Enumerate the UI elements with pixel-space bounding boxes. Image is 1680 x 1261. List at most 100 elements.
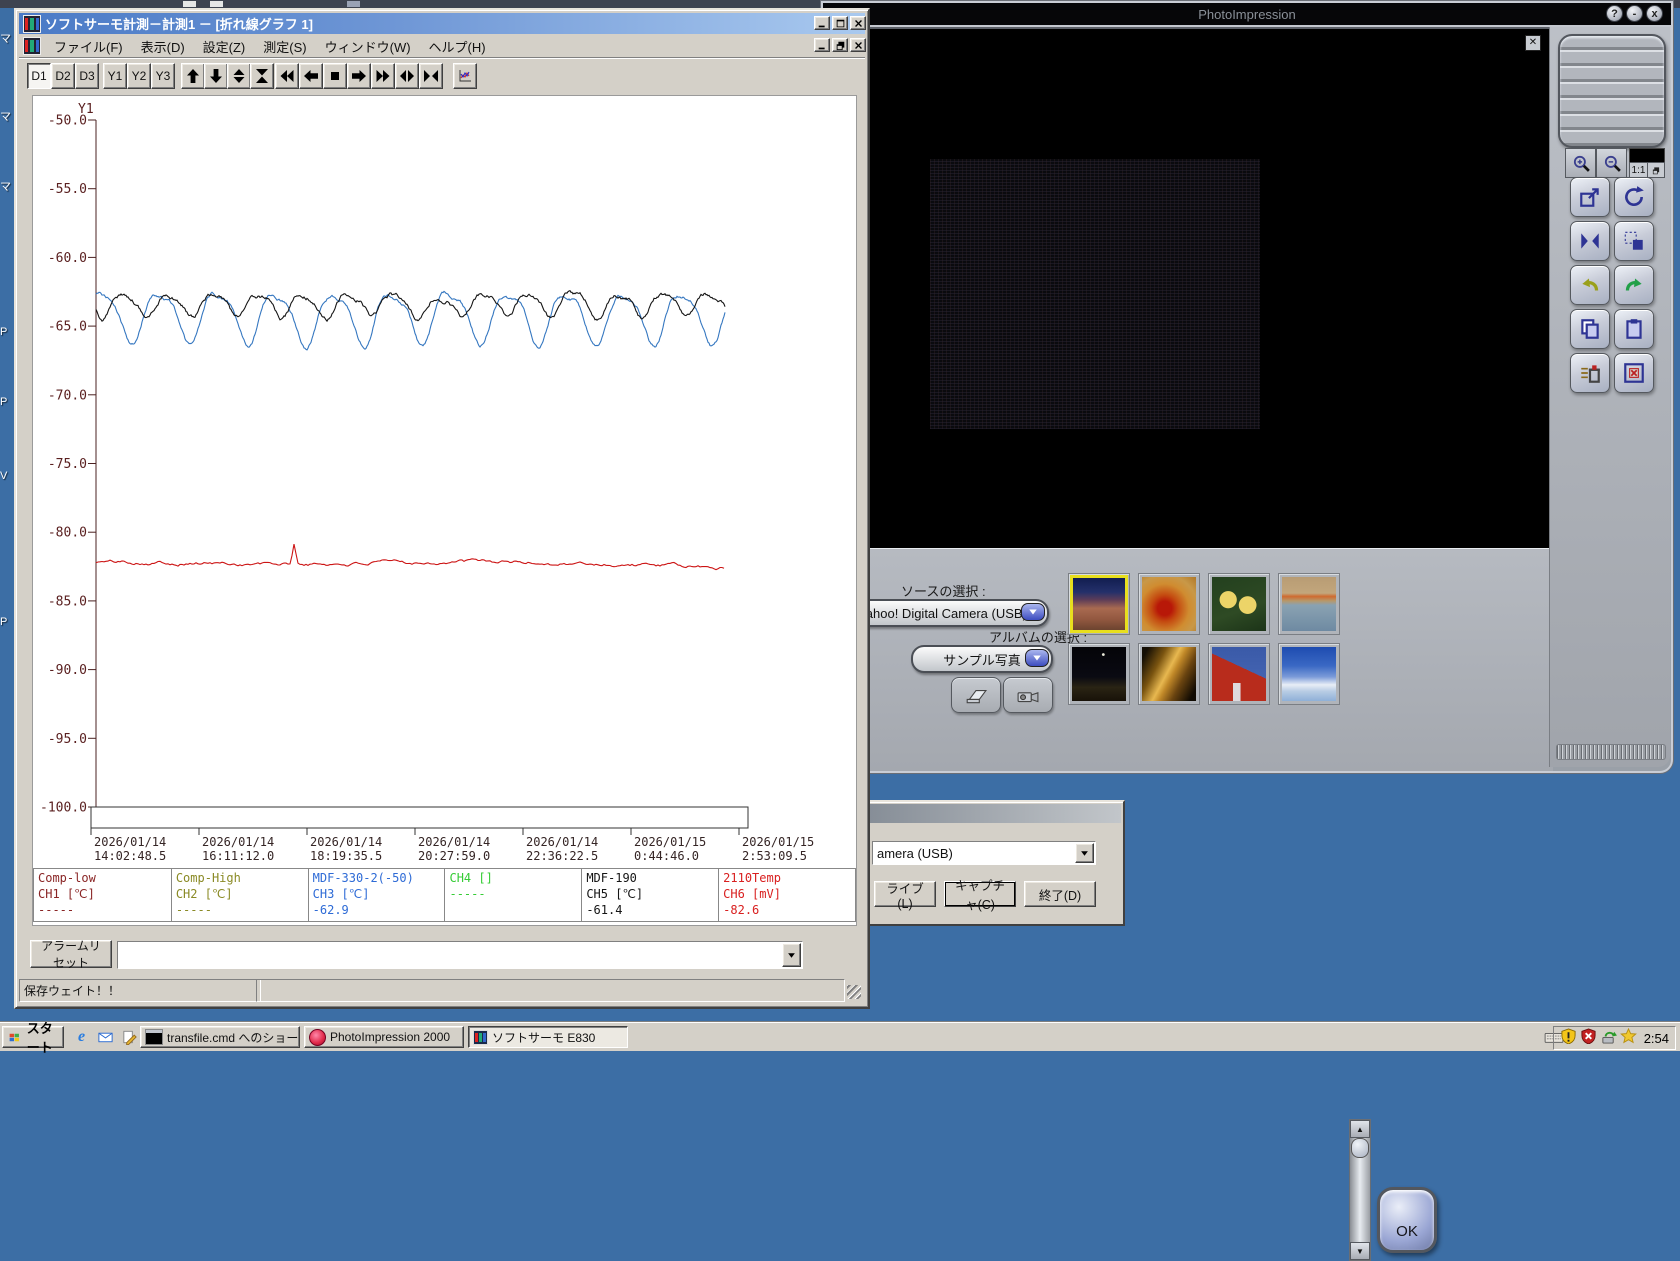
menu-window[interactable]: ウィンドウ(W) bbox=[316, 35, 420, 58]
thumbnail-scrollbar[interactable]: ▲ ▼ bbox=[1349, 1119, 1371, 1261]
show-desktop-icon[interactable] bbox=[120, 1028, 139, 1046]
zoom-out-button[interactable] bbox=[1596, 148, 1627, 178]
toolbar-arrow-left-button[interactable] bbox=[299, 63, 323, 89]
thumbnail-cardinal-bird[interactable] bbox=[1138, 573, 1200, 635]
chevron-down-icon[interactable] bbox=[1025, 649, 1049, 667]
dialog-exit-button[interactable]: 終了(D) bbox=[1024, 881, 1096, 907]
toolbar-stop-button[interactable] bbox=[323, 63, 347, 89]
actual-size-label: 1:1 bbox=[1631, 164, 1646, 176]
toolbar-arrow-down-button[interactable] bbox=[204, 63, 228, 89]
toolbar-d2-button[interactable]: D2 bbox=[51, 63, 75, 89]
toolbar-double-right-button[interactable] bbox=[371, 63, 395, 89]
minimize-button[interactable] bbox=[814, 16, 830, 30]
album-select-dropdown[interactable]: サンプル写真 bbox=[911, 645, 1053, 673]
pi-close-button[interactable]: x bbox=[1646, 5, 1663, 22]
toolbar-graph-setup-button[interactable] bbox=[453, 63, 477, 89]
actual-size-button[interactable]: 1:1 bbox=[1629, 162, 1648, 178]
copy-button[interactable] bbox=[1570, 309, 1610, 349]
win-min-icon bbox=[818, 25, 825, 27]
task-button-3[interactable]: ソフトサーモ E830 bbox=[468, 1026, 628, 1048]
toolbar-d1-button[interactable]: D1 bbox=[27, 63, 51, 89]
toolbar-y3-button[interactable]: Y3 bbox=[151, 63, 175, 89]
mdi-restore-button[interactable] bbox=[832, 38, 848, 52]
svg-text:16:11:12.0: 16:11:12.0 bbox=[202, 849, 274, 863]
task-button-2[interactable]: PhotoImpression 2000 bbox=[304, 1026, 464, 1048]
star-icon[interactable] bbox=[1619, 1027, 1637, 1049]
acquire-scanner-button[interactable] bbox=[951, 677, 1001, 713]
svg-text:-100.0: -100.0 bbox=[40, 801, 87, 816]
undo-button[interactable] bbox=[1570, 265, 1610, 305]
crop-rotate-button[interactable] bbox=[1614, 221, 1654, 261]
thumbnail-lighthouse-ship[interactable] bbox=[1208, 643, 1270, 705]
ok-button[interactable]: OK bbox=[1377, 1187, 1437, 1253]
ok-button-label: OK bbox=[1396, 1223, 1418, 1240]
camera-source-combobox[interactable]: amera (USB) bbox=[872, 841, 1096, 865]
toolbar-double-left-button[interactable] bbox=[275, 63, 299, 89]
channel-value: ----- bbox=[38, 903, 75, 917]
redo-button[interactable] bbox=[1614, 265, 1654, 305]
remove-button[interactable] bbox=[1614, 353, 1654, 393]
remove-icon bbox=[1624, 363, 1644, 383]
flip-horizontal-button[interactable] bbox=[1570, 221, 1610, 261]
thumbnail-sky-clouds[interactable] bbox=[1278, 643, 1340, 705]
security-alert-shield-icon[interactable] bbox=[1560, 1027, 1577, 1049]
fit-window-button[interactable] bbox=[1647, 162, 1665, 178]
rotate-button[interactable] bbox=[1614, 177, 1654, 217]
thumbnail-night-city[interactable] bbox=[1068, 643, 1130, 705]
arrow-down-icon bbox=[210, 69, 222, 83]
toolbar-y1-button[interactable]: Y1 bbox=[103, 63, 127, 89]
alarm-combobox[interactable] bbox=[117, 941, 803, 969]
menu-settings[interactable]: 設定(Z) bbox=[194, 35, 255, 58]
thumbnail-gold-light-abstract[interactable] bbox=[1138, 643, 1200, 705]
dialog-live-button[interactable]: ライブ(L) bbox=[874, 881, 936, 911]
camera-dialog-titlebar[interactable] bbox=[834, 804, 1121, 823]
security-error-shield-icon[interactable] bbox=[1580, 1027, 1597, 1049]
thumbnail-red-rock-spires[interactable] bbox=[1068, 573, 1130, 635]
delete-button[interactable] bbox=[1570, 353, 1610, 393]
resize-button[interactable] bbox=[1570, 177, 1610, 217]
menu-help[interactable]: ヘルプ(H) bbox=[420, 35, 495, 58]
start-button[interactable]: スタート bbox=[2, 1021, 64, 1055]
usb-unplug-icon[interactable] bbox=[1600, 1028, 1617, 1049]
chevron-down-icon[interactable] bbox=[1075, 843, 1094, 863]
task-button-1[interactable]: transfile.cmd へのショート... bbox=[140, 1026, 300, 1048]
scrollbar-thumb[interactable] bbox=[1351, 1138, 1369, 1158]
thumbnail-harbor-village[interactable] bbox=[1278, 573, 1340, 635]
menu-measure[interactable]: 測定(S) bbox=[254, 35, 315, 58]
photoimpression-titlebar[interactable]: PhotoImpression bbox=[823, 3, 1671, 25]
outlook-express-icon[interactable] bbox=[96, 1028, 115, 1046]
paste-button[interactable] bbox=[1614, 309, 1654, 349]
svg-text:20:27:59.0: 20:27:59.0 bbox=[418, 849, 490, 863]
toolbar-triangles-out-horizontal-button[interactable] bbox=[395, 63, 419, 89]
maximize-button[interactable] bbox=[832, 16, 848, 30]
close-button[interactable] bbox=[850, 16, 866, 30]
thumbnail-yellow-flowers[interactable] bbox=[1208, 573, 1270, 635]
pi-minimize-button[interactable]: - bbox=[1626, 5, 1643, 22]
channel-name: Comp-low bbox=[38, 871, 96, 885]
menu-view[interactable]: 表示(D) bbox=[132, 35, 194, 58]
scroll-up-button[interactable]: ▲ bbox=[1350, 1120, 1370, 1138]
mdi-minimize-button[interactable] bbox=[814, 38, 830, 52]
mdi-close-button[interactable] bbox=[850, 38, 866, 52]
preview-close-button[interactable]: ✕ bbox=[1525, 35, 1541, 51]
menu-file[interactable]: ファイル(F) bbox=[45, 35, 132, 58]
toolbar-arrow-up-button[interactable] bbox=[181, 63, 205, 89]
toolbar-triangles-in-vertical-button[interactable] bbox=[250, 63, 274, 89]
zoom-readout-display bbox=[1629, 148, 1665, 163]
alarm-reset-button[interactable]: アラームリセット bbox=[30, 939, 112, 970]
internet-explorer-icon[interactable]: e bbox=[72, 1028, 91, 1046]
chevron-down-icon[interactable] bbox=[1021, 603, 1045, 621]
chevron-down-icon[interactable] bbox=[782, 943, 801, 967]
acquire-camera-button[interactable] bbox=[1003, 677, 1053, 713]
toolbar-triangles-in-horizontal-button[interactable] bbox=[419, 63, 443, 89]
toolbar-triangles-out-vertical-button[interactable] bbox=[227, 63, 251, 89]
scroll-down-button[interactable]: ▼ bbox=[1350, 1242, 1370, 1260]
pi-help-button[interactable]: ? bbox=[1606, 5, 1623, 22]
softthermo-titlebar[interactable]: ソフトサーモ計測－計測1 － [折れ線グラフ 1] bbox=[19, 13, 865, 34]
toolbar-d3-button[interactable]: D3 bbox=[75, 63, 99, 89]
toolbar-y2-button[interactable]: Y2 bbox=[127, 63, 151, 89]
resize-grip[interactable] bbox=[847, 985, 861, 999]
toolbar-arrow-right-button[interactable] bbox=[347, 63, 371, 89]
zoom-in-button[interactable] bbox=[1565, 148, 1596, 178]
dialog-capture-button[interactable]: キャプチャ(C) bbox=[944, 879, 1016, 912]
